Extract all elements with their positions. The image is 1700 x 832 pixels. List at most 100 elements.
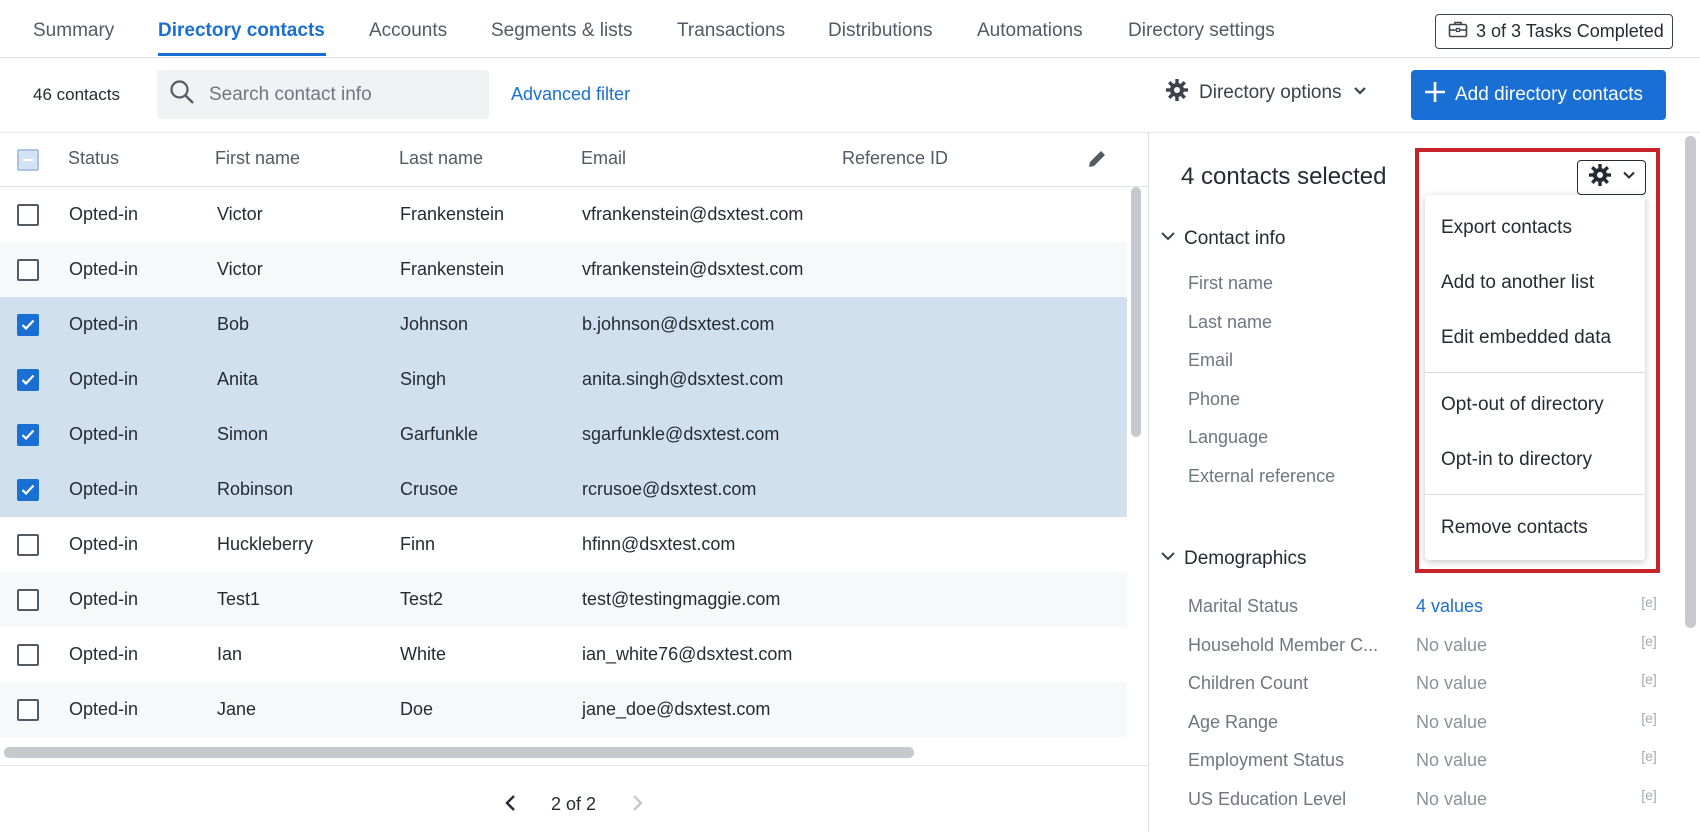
first-name-cell: Victor (217, 204, 263, 224)
row-checkbox[interactable] (17, 259, 39, 281)
selection-actions-menu: Export contacts Add to another list Edit… (1425, 195, 1645, 560)
email-cell: rcrusoe@dsxtest.com (582, 479, 757, 499)
row-checkbox[interactable] (17, 589, 39, 611)
email-cell: vfrankenstein@dsxtest.com (582, 259, 804, 279)
last-name-cell: Singh (400, 369, 447, 389)
column-email[interactable]: Email (581, 148, 626, 169)
first-name-cell: Jane (217, 699, 257, 719)
column-first-name[interactable]: First name (215, 148, 300, 169)
pencil-icon[interactable] (1086, 148, 1108, 175)
add-button-label: Add directory contacts (1455, 84, 1643, 105)
contact-field-label: Last name (1188, 311, 1273, 332)
table-row[interactable]: Opted-in Jane Doe jane_doe@dsxtest.com (0, 682, 1127, 737)
contact-field-label: External reference (1188, 465, 1336, 486)
tasks-label: 3 of 3 Tasks Completed (1476, 21, 1664, 41)
embedded-data-icon[interactable]: [e] (1639, 594, 1659, 614)
row-checkbox[interactable] (17, 204, 39, 226)
search-box[interactable] (157, 70, 489, 119)
row-checkbox[interactable] (17, 699, 39, 721)
first-name-cell: Huckleberry (217, 534, 314, 554)
row-checkbox[interactable] (17, 314, 39, 336)
row-checkbox[interactable] (17, 644, 39, 666)
demographic-field-label: Marital Status (1188, 596, 1299, 616)
tab-directory-settings[interactable]: Directory settings (1128, 20, 1275, 42)
menu-item-edit-embedded-data[interactable]: Edit embedded data (1441, 327, 1611, 349)
panel-divider (1148, 133, 1149, 832)
chevron-down-icon (1160, 228, 1176, 250)
row-checkbox[interactable] (17, 369, 39, 391)
status-cell: Opted-in (69, 259, 139, 279)
table-row[interactable]: Opted-in Ian White ian_white76@dsxtest.com (0, 627, 1127, 682)
row-checkbox[interactable] (17, 479, 39, 501)
chevron-down-icon (1352, 82, 1368, 104)
contact-field-label: Phone (1188, 388, 1241, 409)
status-cell: Opted-in (69, 479, 139, 499)
status-cell: Opted-in (69, 424, 139, 444)
table-row[interactable]: Opted-in Robinson Crusoe rcrusoe@dsxtest.co… (0, 462, 1127, 517)
directory-options-dropdown[interactable]: Directory options (1165, 78, 1368, 108)
embedded-data-icon[interactable]: [e] (1639, 710, 1659, 730)
tab-accounts[interactable]: Accounts (369, 20, 447, 42)
status-cell: Opted-in (69, 589, 139, 609)
tab-directory-contacts[interactable]: Directory contacts (158, 20, 325, 42)
gear-icon (1588, 163, 1612, 192)
column-reference-id[interactable]: Reference ID (842, 148, 948, 169)
demographic-field-value[interactable]: 4 values (1416, 596, 1483, 617)
demographic-field-value: No value (1416, 711, 1488, 732)
menu-item-export-contacts[interactable]: Export contacts (1441, 217, 1572, 239)
first-name-cell: Anita (217, 369, 259, 389)
table-row[interactable]: Opted-in Victor Frankenstein vfrankenstein@… (0, 242, 1127, 297)
advanced-filter-link[interactable]: Advanced filter (511, 84, 630, 105)
contacts-table: Status First name Last name Email Refere… (0, 133, 1148, 765)
row-checkbox[interactable] (17, 534, 39, 556)
column-status[interactable]: Status (68, 148, 119, 169)
demographic-field-label: US Education Level (1188, 788, 1347, 809)
embedded-data-icon[interactable]: [e] (1639, 748, 1659, 768)
menu-divider (1425, 372, 1645, 373)
menu-item-opt-in[interactable]: Opt-in to directory (1441, 449, 1592, 471)
menu-item-add-to-another-list[interactable]: Add to another list (1441, 272, 1594, 294)
previous-page-icon[interactable] (504, 794, 518, 817)
demographic-field-label: Children Count (1188, 673, 1309, 693)
tasks-completed-button[interactable]: 3 of 3 Tasks Completed (1435, 14, 1673, 49)
column-last-name[interactable]: Last name (399, 148, 483, 169)
table-row[interactable]: Opted-in Bob Johnson b.johnson@dsxtest.com (0, 297, 1127, 352)
table-row[interactable]: Opted-in Victor Frankenstein vfrankenstein@… (0, 187, 1127, 242)
tab-segments-lists[interactable]: Segments & lists (491, 20, 633, 42)
tab-summary[interactable]: Summary (33, 20, 114, 42)
table-header: Status First name Last name Email Refere… (0, 133, 1148, 187)
tab-transactions[interactable]: Transactions (677, 20, 785, 42)
demographic-field-label: Employment Status (1188, 750, 1345, 770)
panel-scrollbar[interactable] (1685, 136, 1696, 628)
first-name-cell: Bob (217, 314, 250, 334)
embedded-data-icon[interactable]: [e] (1639, 787, 1659, 807)
email-cell: b.johnson@dsxtest.com (582, 314, 775, 334)
select-all-checkbox[interactable] (17, 149, 39, 171)
contact-info-section-toggle[interactable]: Contact info (1160, 228, 1285, 250)
menu-item-opt-out[interactable]: Opt-out of directory (1441, 394, 1604, 416)
selection-actions-button[interactable] (1577, 160, 1646, 195)
table-horizontal-scrollbar[interactable] (4, 747, 914, 758)
menu-item-remove-contacts[interactable]: Remove contacts (1441, 517, 1588, 539)
next-page-icon[interactable] (630, 794, 644, 817)
last-name-cell: Garfunkle (400, 424, 479, 444)
table-row[interactable]: Opted-in Anita Singh anita.singh@dsxtest.co… (0, 352, 1127, 407)
search-input[interactable] (209, 83, 469, 106)
embedded-data-icon[interactable]: [e] (1639, 633, 1659, 653)
add-directory-contacts-button[interactable]: Add directory contacts (1411, 70, 1666, 120)
tab-distributions[interactable]: Distributions (828, 20, 933, 42)
demographics-section-toggle[interactable]: Demographics (1160, 548, 1307, 570)
email-cell: vfrankenstein@dsxtest.com (582, 204, 804, 224)
last-name-cell: White (400, 644, 447, 664)
demographic-field-value: No value (1416, 788, 1488, 809)
table-vertical-scrollbar[interactable] (1131, 187, 1141, 437)
last-name-cell: Frankenstein (400, 204, 505, 224)
row-checkbox[interactable] (17, 424, 39, 446)
tab-automations[interactable]: Automations (977, 20, 1083, 42)
embedded-data-icon[interactable]: [e] (1639, 671, 1659, 691)
demographics-heading: Demographics (1184, 548, 1307, 569)
table-row[interactable]: Opted-in Test1 Test2 test@testingmaggie.com (0, 572, 1127, 627)
table-row[interactable]: Opted-in Simon Garfunkle sgarfunkle@dsxtest… (0, 407, 1127, 462)
email-cell: anita.singh@dsxtest.com (582, 369, 784, 389)
table-row[interactable]: Opted-in Huckleberry Finn hfinn@dsxtest.com (0, 517, 1127, 572)
